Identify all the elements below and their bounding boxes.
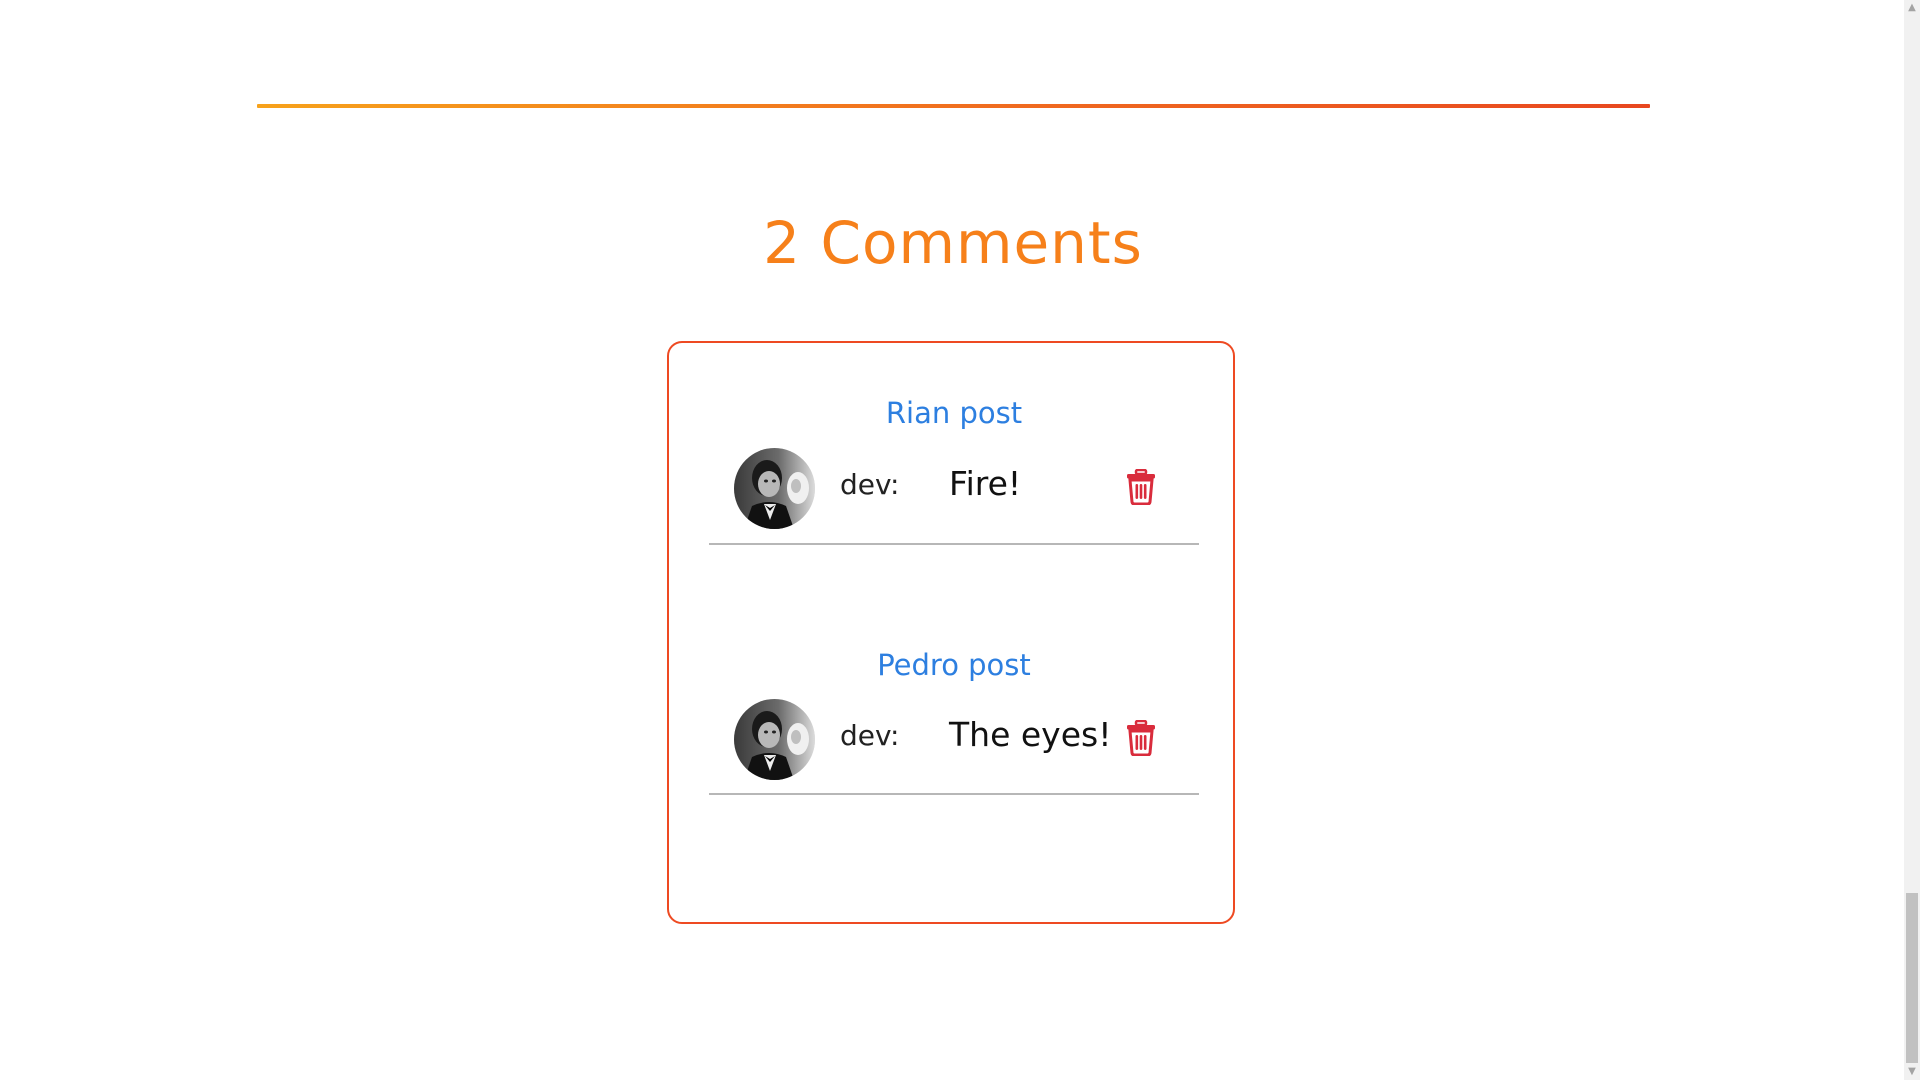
avatar (734, 699, 815, 780)
comment-text: Fire! (949, 464, 1022, 503)
page: 2 Comments Rian post dev: Fire! Pedro po… (0, 0, 1920, 1080)
trash-icon (1127, 719, 1155, 757)
comment-text: The eyes! (949, 715, 1112, 754)
user-avatar-photo-icon (734, 699, 815, 780)
vertical-scrollbar[interactable]: ▲ ▼ (1904, 0, 1920, 1080)
user-avatar-photo-icon (734, 448, 815, 529)
trash-icon (1127, 468, 1155, 506)
comment-separator (709, 793, 1199, 795)
post-title-link[interactable]: Pedro post (709, 648, 1199, 682)
comments-card: Rian post dev: Fire! Pedro post dev: The… (667, 341, 1235, 924)
delete-comment-button[interactable] (1126, 719, 1156, 757)
avatar (734, 448, 815, 529)
scroll-up-arrow-icon[interactable]: ▲ (1904, 0, 1920, 16)
comment-row: dev: Fire! (709, 448, 1199, 530)
comment-row: dev: The eyes! (709, 699, 1199, 781)
comments-count-title: 2 Comments (763, 209, 1143, 277)
scroll-down-arrow-icon[interactable]: ▼ (1904, 1064, 1920, 1080)
comment-username: dev: (840, 719, 900, 752)
comment-separator (709, 543, 1199, 545)
delete-comment-button[interactable] (1126, 468, 1156, 506)
section-divider (257, 104, 1650, 108)
scrollbar-thumb[interactable] (1906, 893, 1918, 1063)
comment-username: dev: (840, 468, 900, 501)
post-title-link[interactable]: Rian post (709, 396, 1199, 430)
